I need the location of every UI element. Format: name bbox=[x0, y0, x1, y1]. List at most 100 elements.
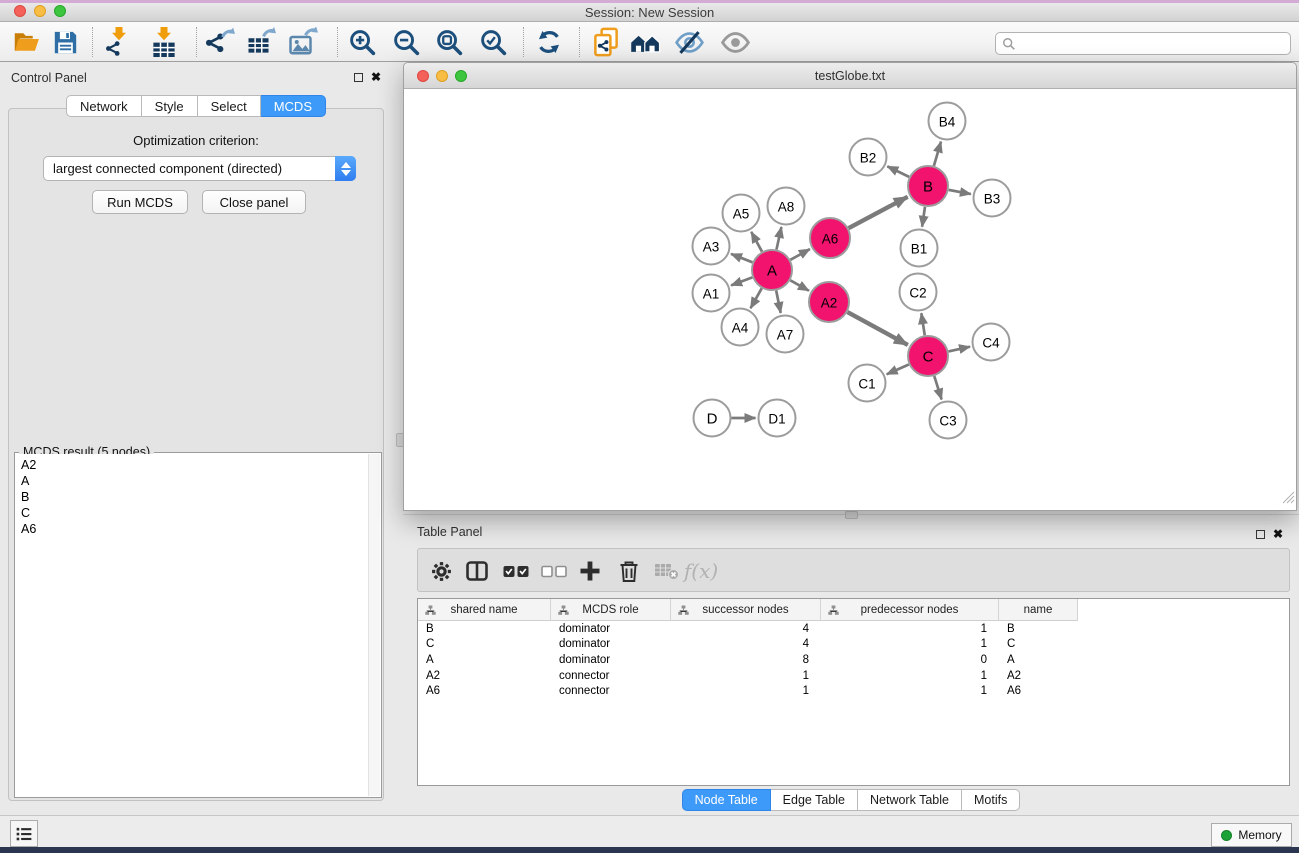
cell[interactable]: 8 bbox=[671, 654, 821, 666]
cell[interactable]: 4 bbox=[671, 638, 821, 650]
table-row[interactable]: Bdominator41B bbox=[418, 621, 1289, 637]
show-columns-icon[interactable] bbox=[462, 556, 492, 586]
cell[interactable]: 1 bbox=[821, 685, 999, 697]
cell[interactable]: connector bbox=[551, 685, 671, 697]
select-all-checkboxes-icon[interactable] bbox=[501, 556, 531, 586]
edge-A-A3[interactable] bbox=[731, 254, 752, 262]
cell[interactable]: 1 bbox=[821, 670, 999, 682]
window-resize-grip[interactable] bbox=[1282, 491, 1295, 509]
show-graphics-details-icon[interactable] bbox=[719, 26, 751, 58]
cell[interactable]: C bbox=[999, 638, 1078, 650]
delete-column-icon[interactable] bbox=[614, 556, 644, 586]
edge-A-A1[interactable] bbox=[731, 277, 752, 285]
export-image-icon[interactable] bbox=[287, 26, 319, 58]
edge-A-A6[interactable] bbox=[790, 249, 809, 260]
network-overview-icon[interactable] bbox=[630, 26, 662, 58]
table-tab-edge-table[interactable]: Edge Table bbox=[771, 789, 858, 811]
zoom-selected-icon[interactable] bbox=[477, 26, 509, 58]
edge-B-B3[interactable] bbox=[949, 190, 971, 194]
run-mcds-button[interactable]: Run MCDS bbox=[92, 190, 188, 214]
cell[interactable]: C bbox=[418, 638, 551, 650]
zoom-in-icon[interactable] bbox=[346, 26, 378, 58]
close-panel-button[interactable]: Close panel bbox=[202, 190, 306, 214]
table-row[interactable]: Adominator80A bbox=[418, 652, 1289, 668]
column-header-shared-name[interactable]: shared name bbox=[418, 599, 551, 621]
mcds-result-item[interactable]: A6 bbox=[21, 521, 363, 537]
edge-B-B4[interactable] bbox=[934, 142, 941, 166]
tab-network[interactable]: Network bbox=[66, 95, 142, 117]
edge-A2-C[interactable] bbox=[847, 312, 907, 345]
edge-C-C3[interactable] bbox=[934, 376, 941, 399]
mcds-result-item[interactable]: A2 bbox=[21, 457, 363, 473]
open-file-icon[interactable] bbox=[11, 26, 43, 58]
column-header-successor-nodes[interactable]: successor nodes bbox=[671, 599, 821, 621]
table-row[interactable]: A6connector11A6 bbox=[418, 683, 1289, 699]
delete-table-icon[interactable] bbox=[651, 556, 681, 586]
deselect-all-checkboxes-icon[interactable] bbox=[539, 556, 569, 586]
cell[interactable]: 1 bbox=[821, 638, 999, 650]
cell[interactable]: dominator bbox=[551, 654, 671, 666]
memory-button[interactable]: Memory bbox=[1211, 823, 1292, 847]
horizontal-splitter-handle[interactable] bbox=[845, 511, 858, 519]
column-header-predecessor-nodes[interactable]: predecessor nodes bbox=[821, 599, 999, 621]
import-network-icon[interactable] bbox=[103, 26, 135, 58]
cell[interactable]: 4 bbox=[671, 623, 821, 635]
cell[interactable]: A bbox=[999, 654, 1078, 666]
tab-style[interactable]: Style bbox=[142, 95, 198, 117]
import-table-icon[interactable] bbox=[148, 26, 180, 58]
mcds-result-item[interactable]: C bbox=[21, 505, 363, 521]
mcds-result-item[interactable]: A bbox=[21, 473, 363, 489]
zoom-fit-icon[interactable] bbox=[433, 26, 465, 58]
task-history-button[interactable] bbox=[10, 820, 38, 847]
tab-mcds[interactable]: MCDS bbox=[261, 95, 326, 117]
table-tab-network-table[interactable]: Network Table bbox=[858, 789, 962, 811]
edge-B-B2[interactable] bbox=[887, 166, 909, 177]
zoom-out-icon[interactable] bbox=[390, 26, 422, 58]
hide-graphics-details-icon[interactable] bbox=[673, 26, 705, 58]
refresh-icon[interactable] bbox=[533, 26, 565, 58]
table-row[interactable]: Cdominator41C bbox=[418, 637, 1289, 653]
tab-select[interactable]: Select bbox=[198, 95, 261, 117]
table-tab-node-table[interactable]: Node Table bbox=[682, 789, 771, 811]
add-column-icon[interactable] bbox=[575, 556, 605, 586]
cell[interactable]: A2 bbox=[999, 670, 1078, 682]
save-session-icon[interactable] bbox=[49, 26, 81, 58]
edge-A-A4[interactable] bbox=[751, 288, 762, 308]
cell[interactable]: B bbox=[418, 623, 551, 635]
float-table-panel-icon[interactable] bbox=[1256, 530, 1265, 539]
edge-A-A7[interactable] bbox=[776, 291, 781, 313]
cell[interactable]: dominator bbox=[551, 623, 671, 635]
criterion-dropdown[interactable]: largest connected component (directed) bbox=[43, 156, 356, 181]
cell[interactable]: connector bbox=[551, 670, 671, 682]
edge-C-C4[interactable] bbox=[948, 347, 970, 352]
table-tab-motifs[interactable]: Motifs bbox=[962, 789, 1020, 811]
cell[interactable]: A2 bbox=[418, 670, 551, 682]
search-field[interactable] bbox=[995, 32, 1291, 55]
edge-A6-B[interactable] bbox=[849, 197, 908, 228]
column-header-MCDS-role[interactable]: MCDS role bbox=[551, 599, 671, 621]
close-table-panel-icon[interactable]: ✖ bbox=[1273, 530, 1283, 539]
clone-network-icon[interactable] bbox=[590, 26, 622, 58]
cell[interactable]: 1 bbox=[821, 623, 999, 635]
cell[interactable]: A bbox=[418, 654, 551, 666]
cell[interactable]: 1 bbox=[671, 670, 821, 682]
edge-C-C1[interactable] bbox=[887, 364, 909, 374]
column-header-name[interactable]: name bbox=[999, 599, 1078, 621]
settings-gear-icon[interactable] bbox=[426, 556, 456, 586]
cell[interactable]: 1 bbox=[671, 685, 821, 697]
cell[interactable]: B bbox=[999, 623, 1078, 635]
edge-A-A8[interactable] bbox=[776, 227, 781, 249]
edge-A-A5[interactable] bbox=[751, 232, 762, 252]
search-input[interactable] bbox=[1016, 37, 1290, 51]
edge-C-C2[interactable] bbox=[921, 313, 924, 335]
edge-B-B1[interactable] bbox=[922, 207, 925, 227]
mcds-result-item[interactable]: B bbox=[21, 489, 363, 505]
table-row[interactable]: A2connector11A2 bbox=[418, 668, 1289, 684]
cell[interactable]: A6 bbox=[999, 685, 1078, 697]
mcds-list-scrollbar[interactable] bbox=[368, 454, 380, 796]
cell[interactable]: A6 bbox=[418, 685, 551, 697]
close-panel-icon[interactable]: ✖ bbox=[371, 73, 381, 82]
cell[interactable]: 0 bbox=[821, 654, 999, 666]
function-builder-icon[interactable]: f(x) bbox=[686, 556, 716, 586]
float-panel-icon[interactable] bbox=[354, 73, 363, 82]
